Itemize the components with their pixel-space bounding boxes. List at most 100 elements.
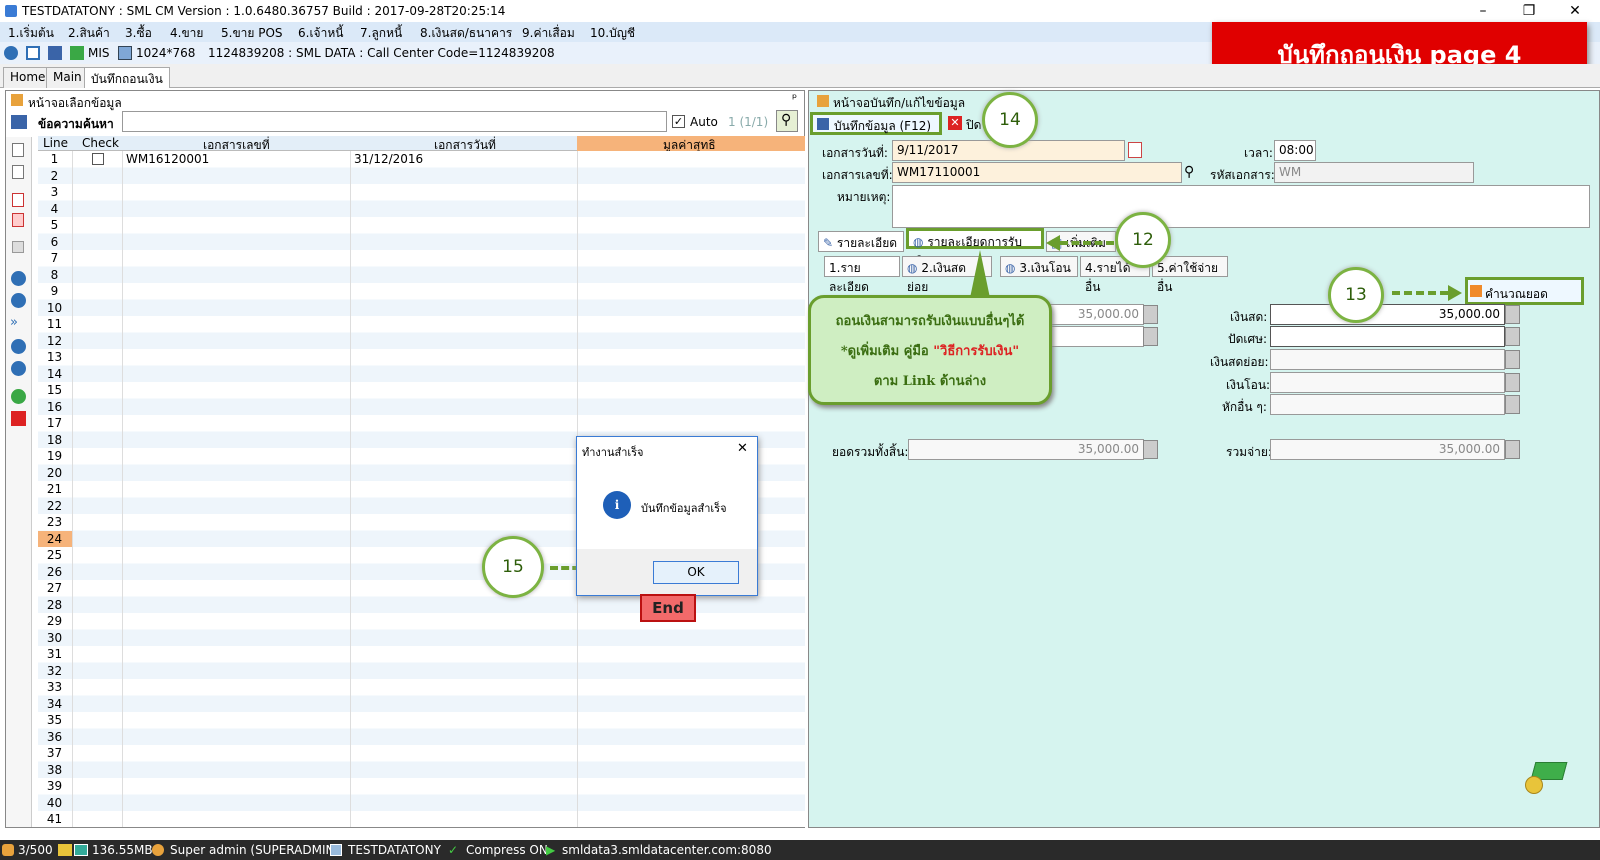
- calculator-icon[interactable]: [1505, 440, 1520, 459]
- cash-field[interactable]: 35,000.00: [1270, 304, 1505, 325]
- tab-main[interactable]: Main: [46, 67, 89, 88]
- line-number: 27: [46, 581, 63, 595]
- pay-total-field[interactable]: 35,000.00: [1270, 439, 1505, 460]
- checklist-icon[interactable]: [12, 193, 24, 207]
- doc-code-input[interactable]: WM: [1274, 162, 1474, 183]
- menu-item-accounting[interactable]: 10.บัญชี: [590, 24, 635, 43]
- report-icon[interactable]: [12, 213, 24, 227]
- search-input[interactable]: [122, 111, 667, 132]
- calculate-cash-button[interactable]: คำนวณยอดเงินสด: [1465, 277, 1584, 320]
- calculator-icon[interactable]: [1505, 373, 1520, 392]
- calculate-icon: [1470, 285, 1482, 297]
- time-input[interactable]: 08:00: [1274, 140, 1316, 161]
- petty-cash-field[interactable]: [1270, 349, 1505, 370]
- line-number: 31: [46, 647, 63, 661]
- rounding-field[interactable]: [1270, 326, 1505, 347]
- close-window-button[interactable]: ✕: [1552, 0, 1598, 22]
- calculator-icon[interactable]: [1143, 440, 1158, 459]
- transfer-field[interactable]: [1270, 372, 1505, 393]
- tab-withdraw[interactable]: บันทึกถอนเงิน: [84, 67, 170, 88]
- remark-textarea[interactable]: [892, 185, 1590, 228]
- menu-item-pos[interactable]: 5.ขาย POS: [221, 24, 283, 43]
- fast-forward-icon[interactable]: »: [10, 315, 28, 330]
- chart-icon[interactable]: [70, 46, 84, 60]
- subtab-details[interactable]: 1.รายละเอียด: [824, 256, 900, 294]
- calendar-icon[interactable]: [1128, 142, 1142, 158]
- doc-no-input[interactable]: WM17110001: [892, 162, 1182, 183]
- side-toolbar: »: [6, 137, 32, 827]
- dialog-ok-button[interactable]: OK: [653, 561, 739, 584]
- transfer-label: เงินโอน:: [1226, 378, 1271, 392]
- arrow-right-icon[interactable]: [11, 293, 26, 308]
- restore-button[interactable]: ❐: [1506, 0, 1552, 22]
- dialog-close-button[interactable]: ✕: [737, 441, 748, 456]
- tab-details[interactable]: ✎ รายละเอียด: [818, 231, 904, 252]
- magnifier-icon: ⚲: [781, 112, 792, 128]
- tab-details-label: รายละเอียด: [836, 236, 898, 250]
- new-doc-icon[interactable]: [12, 143, 24, 157]
- image-icon[interactable]: [118, 46, 132, 60]
- panel-header-icon: [11, 94, 23, 106]
- clock-icon[interactable]: [4, 46, 18, 60]
- arrow-down-icon[interactable]: [11, 361, 26, 376]
- arrow-up-icon[interactable]: [11, 339, 26, 354]
- list-icon[interactable]: [12, 241, 24, 253]
- save-button[interactable]: บันทึกข้อมูล (F12): [810, 112, 942, 135]
- menu-item-cash-bank[interactable]: 8.เงินสด/ธนาคาร: [420, 24, 512, 43]
- calculator-icon[interactable]: [1505, 327, 1520, 346]
- doc-date-label: เอกสารวันที่:: [822, 146, 888, 160]
- mis-label[interactable]: MIS: [88, 46, 110, 60]
- total-field[interactable]: 35,000.00: [908, 439, 1144, 460]
- calculator-icon[interactable]: [1505, 350, 1520, 369]
- menu-item-receivables[interactable]: 7.ลูกหนี้: [360, 24, 402, 43]
- doc-search-icon[interactable]: ⚲: [1184, 164, 1202, 182]
- deduct-field[interactable]: [1270, 394, 1505, 415]
- memory-usage: 136.55MB: [92, 843, 153, 857]
- table-row-1[interactable]: WM16120001 31/12/2016: [38, 151, 805, 168]
- menu-item-depreciation[interactable]: 9.ค่าเสื่อม: [522, 24, 575, 43]
- menu-item-start[interactable]: 1.เริ่มต้น: [8, 24, 54, 43]
- line-number: 12: [46, 333, 63, 348]
- tab-payment-details[interactable]: ◍ รายละเอียดการรับเงิน: [906, 228, 1044, 268]
- row-checkbox[interactable]: [92, 153, 104, 165]
- help-icon[interactable]: [11, 389, 26, 404]
- calculator-icon[interactable]: [1505, 395, 1520, 414]
- col-line[interactable]: Line: [43, 136, 68, 150]
- annotation-callout: ถอนเงินสามารถรับเงินแบบอื่นๆได้ *ดูเพิ่ม…: [808, 295, 1052, 405]
- minimize-button[interactable]: –: [1460, 0, 1506, 22]
- doc-icon[interactable]: [12, 165, 24, 179]
- time-label: เวลา:: [1244, 146, 1273, 160]
- col-check[interactable]: Check: [82, 136, 119, 150]
- petty-cash-label: เงินสดย่อย:: [1210, 355, 1269, 369]
- menu-item-payables[interactable]: 6.เจ้าหนี้: [298, 24, 343, 43]
- users-icon: [2, 844, 14, 856]
- arrow-left-icon[interactable]: [11, 271, 26, 286]
- row-doc-date: 31/12/2016: [354, 152, 424, 166]
- calculator-icon[interactable]: [1143, 327, 1158, 346]
- dialog-message: บันทึกข้อมูลสำเร็จ: [641, 502, 727, 515]
- database-name: TESTDATATONY: [348, 843, 441, 857]
- col-divider: [350, 151, 351, 827]
- save-icon[interactable]: [48, 46, 62, 60]
- pin-icon[interactable]: ᵖ: [792, 91, 797, 105]
- line-number: 33: [46, 680, 63, 694]
- line-number: 13: [46, 350, 63, 364]
- line-number: 39: [46, 779, 63, 793]
- calculator-icon[interactable]: [1143, 305, 1158, 324]
- search-button[interactable]: ⚲: [776, 110, 798, 132]
- window-title: TESTDATATONY : SML CM Version : 1.0.6480…: [22, 4, 506, 18]
- menu-item-purchase[interactable]: 3.ซื้อ: [125, 24, 152, 43]
- menu-item-sales[interactable]: 4.ขาย: [170, 24, 203, 43]
- calculator-icon[interactable]: [1505, 305, 1520, 324]
- row-doc-no: WM16120001: [126, 152, 210, 166]
- window-icon[interactable]: [26, 46, 40, 60]
- call-center-info: 1124839208 : SML DATA : Call Center Code…: [208, 46, 555, 60]
- menu-item-products[interactable]: 2.สินค้า: [68, 24, 110, 43]
- col-net-value-header[interactable]: มูลค่าสุทธิ: [577, 136, 805, 152]
- monitor-icon: [74, 844, 88, 856]
- subtab-transfer[interactable]: ◍ 3.เงินโอน: [1000, 256, 1078, 277]
- database-icon: [330, 844, 342, 856]
- auto-checkbox[interactable]: ✓: [672, 115, 685, 128]
- delete-icon[interactable]: [11, 411, 26, 426]
- cash-label: เงินสด:: [1230, 310, 1268, 324]
